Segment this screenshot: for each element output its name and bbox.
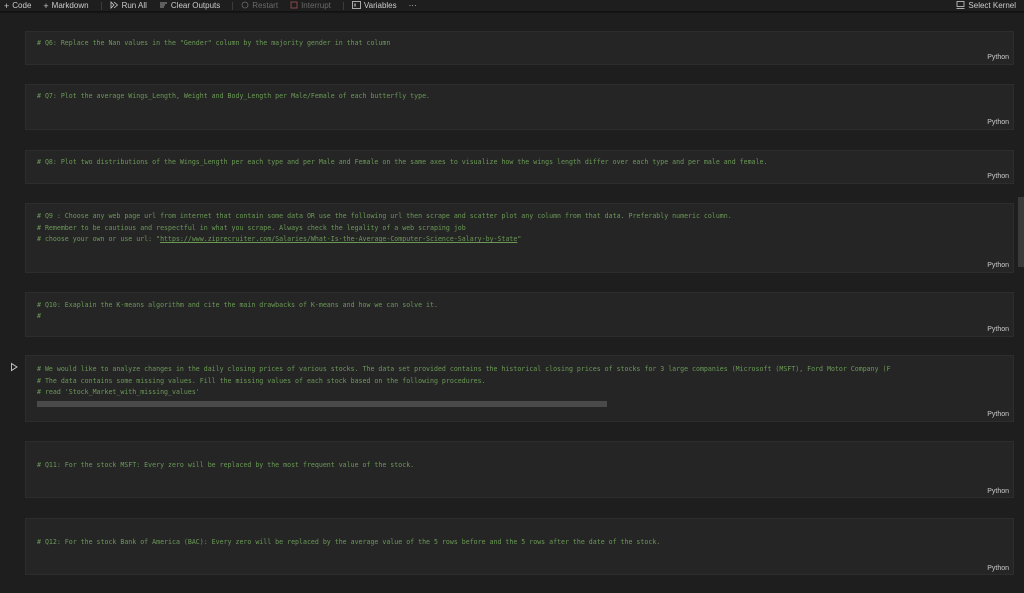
code-cell[interactable]: # Q8: Plot two distributions of the Wing… [25,150,1014,184]
toolbar-divider [342,1,344,10]
restart-icon [241,1,249,10]
code-comment-line: # Q12: For the stock Bank of America (BA… [37,538,661,546]
variables-label: Variables [363,1,397,10]
interrupt-button[interactable]: Interrupt [290,1,331,10]
cell-language-label[interactable]: Python [987,54,1009,61]
run-all-label: Run All [121,1,147,10]
code-comment-text: # choose your own or use url: " [37,235,161,243]
more-actions-button[interactable]: ··· [409,1,417,10]
code-comment-line: # Q8: Plot two distributions of the Wing… [37,158,768,166]
add-markdown-label: Markdown [51,1,89,10]
cell-language-label[interactable]: Python [987,119,1009,126]
cell-language-label[interactable]: Python [987,262,1009,269]
variables-icon [351,1,361,10]
cell-language-label[interactable]: Python [987,565,1009,572]
select-kernel-button[interactable]: Select Kernel [956,0,1016,11]
vertical-scrollbar[interactable] [1018,197,1024,267]
plus-icon: + [4,0,10,11]
cell-language-label[interactable]: Python [987,173,1009,180]
more-actions-label: ··· [408,1,417,10]
cell-language-label[interactable]: Python [987,411,1009,418]
code-cell[interactable]: # We would like to analyze changes in th… [25,355,1014,422]
run-all-icon [110,1,119,10]
variables-button[interactable]: Variables [351,1,397,10]
code-cell[interactable]: # Q11: For the stock MSFT: Every zero wi… [25,441,1014,498]
code-cell[interactable]: # Q6: Replace the Nan values in the "Gen… [25,31,1014,65]
url-link[interactable]: https://www.ziprecruiter.com/Salaries/Wh… [160,235,517,243]
code-comment-line: # Q7: Plot the average Wings_Length, Wei… [37,92,431,100]
cell-language-label[interactable]: Python [987,488,1009,495]
toolbar-shadow [0,11,1024,14]
clear-outputs-icon [159,1,168,10]
code-cell[interactable]: # Q10: Exaplain the K-means algorithm an… [25,292,1014,337]
kernel-icon [956,1,965,10]
clear-outputs-label: Clear Outputs [170,1,221,10]
add-code-button[interactable]: + Code [4,1,31,10]
code-comment-line: # Q6: Replace the Nan values in the "Gen… [37,39,391,47]
code-comment-text: " [517,235,522,243]
code-comment-line: # read 'Stock_Market_with_missing_values… [37,388,200,396]
code-comment-line: # Q10: Exaplain the K-means algorithm an… [37,301,438,309]
select-kernel-label: Select Kernel [968,1,1016,10]
add-markdown-button[interactable]: + Markdown [43,1,88,10]
code-comment-line: # Remember to be cautious and respectful… [37,224,466,232]
code-comment-line: # We would like to analyze changes in th… [37,365,891,373]
toolbar-divider [232,1,234,10]
run-all-button[interactable]: Run All [110,1,147,10]
toolbar-divider [100,1,102,10]
add-code-label: Code [12,1,32,10]
code-comment-line: # Q11: For the stock MSFT: Every zero wi… [37,461,415,469]
code-cell[interactable]: # Q12: For the stock Bank of America (BA… [25,518,1014,575]
code-cell[interactable]: # Q7: Plot the average Wings_Length, Wei… [25,84,1014,130]
cell-language-label[interactable]: Python [987,326,1009,333]
code-comment-line: # Q9 : Choose any web page url from inte… [37,212,732,220]
notebook-toolbar: + Code + Markdown Run All Clear Outputs … [0,0,1024,11]
code-comment-line: # choose your own or use url: "https://w… [37,235,521,243]
plus-icon: + [43,0,49,11]
interrupt-icon [290,1,298,10]
horizontal-scrollbar[interactable] [37,401,607,407]
interrupt-label: Interrupt [301,1,331,10]
restart-label: Restart [252,1,279,10]
clear-outputs-button[interactable]: Clear Outputs [159,1,220,10]
restart-button[interactable]: Restart [241,1,278,10]
code-comment-line: # [37,312,41,320]
code-comment-line: # The data contains some missing values.… [37,377,486,385]
code-cell[interactable]: # Q9 : Choose any web page url from inte… [25,203,1014,273]
run-cell-icon[interactable] [9,359,19,372]
